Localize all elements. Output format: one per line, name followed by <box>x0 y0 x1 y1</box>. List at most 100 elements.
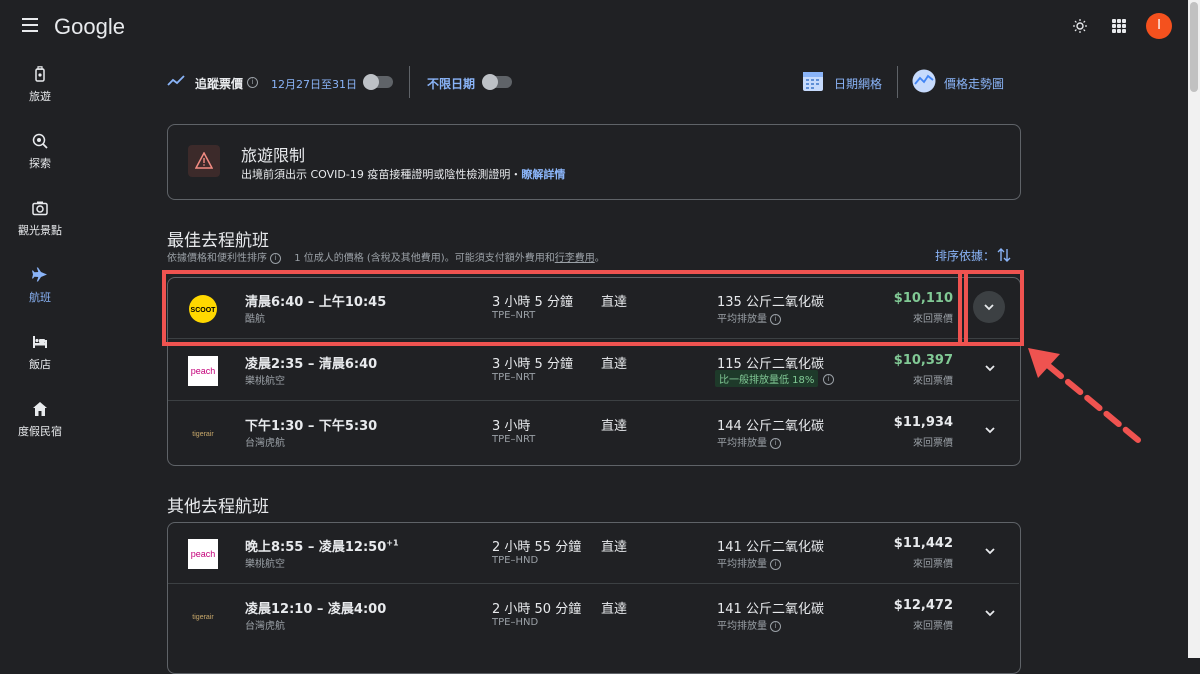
best-flights-title: 最佳去程航班 <box>167 231 269 251</box>
bed-icon <box>33 336 47 348</box>
flight-times-text: 晚上8:55 – 凌晨12:50 <box>245 540 387 555</box>
other-flights-title: 其他去程航班 <box>167 497 269 517</box>
co2-note-text: 平均排放量 <box>717 438 767 449</box>
any-dates-toggle[interactable] <box>482 74 512 90</box>
top-bar: Google I <box>0 0 1188 52</box>
flight-duration: 3 小時 <box>492 419 531 434</box>
info-icon[interactable]: i <box>770 437 781 449</box>
apps-grid-icon[interactable] <box>1112 19 1126 33</box>
co2-emissions: 144 公斤二氧化碳 <box>717 419 824 434</box>
plus-day: +1 <box>386 538 399 548</box>
sidebar-item-label: 航班 <box>29 291 51 304</box>
chevron-down-icon[interactable] <box>983 423 997 437</box>
chevron-down-icon[interactable] <box>983 606 997 620</box>
sort-button[interactable]: 排序依據： <box>935 247 1011 264</box>
track-prices-toggle[interactable] <box>363 74 393 90</box>
flight-row[interactable]: tigerair 下午1:30 – 下午5:30 台灣虎航 3 小時 TPE–N… <box>168 401 1019 463</box>
restriction-title: 旅遊限制 <box>241 146 306 165</box>
sidebar-item-attractions[interactable]: 觀光景點 <box>0 200 80 238</box>
co2-note: 平均排放量 i <box>717 617 781 632</box>
svg-text:tigerair: tigerair <box>192 431 214 438</box>
luggage-icon <box>35 66 45 82</box>
google-logo[interactable]: Google <box>54 14 125 40</box>
co2-emissions: 141 公斤二氧化碳 <box>717 602 824 617</box>
divider <box>409 66 410 98</box>
co2-note: 平均排放量 i <box>717 434 781 449</box>
co2-note: 平均排放量 i <box>717 555 781 570</box>
sidebar-item-label: 度假民宿 <box>18 425 62 438</box>
sidebar-item-explore[interactable]: 探索 <box>0 133 80 171</box>
baggage-fees-link[interactable]: 行李費用 <box>555 253 595 264</box>
svg-text:peach: peach <box>191 366 216 376</box>
flight-stops: 直達 <box>601 419 628 434</box>
info-icon[interactable]: i <box>270 252 281 264</box>
sort-icon <box>997 248 1011 262</box>
peach-logo: peach <box>188 356 218 386</box>
co2-badge: 比一般排放量低 18% <box>715 370 819 387</box>
info-icon[interactable]: i <box>770 558 781 570</box>
sort-note: 依據價格和便利性排序 <box>167 253 267 264</box>
airline-name: 台灣虎航 <box>245 438 285 449</box>
travel-restriction-card: 旅遊限制 出境前須出示 COVID-19 疫苗接種證明或陰性檢測證明・瞭解詳情 <box>167 124 1021 200</box>
sidebar-item-flights[interactable]: 航班 <box>0 267 80 305</box>
restriction-body: 出境前須出示 COVID-19 疫苗接種證明或陰性檢測證明・瞭解詳情 <box>241 166 565 182</box>
peach-logo: peach <box>188 539 218 569</box>
sidebar-item-label: 觀光景點 <box>18 224 62 237</box>
svg-text:peach: peach <box>191 549 216 559</box>
best-flights-subtitle: 依據價格和便利性排序 i 1 位成人的價格 (含稅及其他費用)。可能須支付額外費用… <box>167 249 605 264</box>
sidebar-item-vacation-rentals[interactable]: 度假民宿 <box>0 401 80 439</box>
svg-text:tigerair: tigerair <box>192 614 214 621</box>
flight-stops: 直達 <box>601 540 628 555</box>
sidebar-item-label: 旅遊 <box>29 90 51 103</box>
price-graph-icon[interactable] <box>912 69 936 93</box>
flight-route: TPE–HND <box>492 617 539 628</box>
flight-row[interactable]: tigerair 凌晨12:10 – 凌晨4:00 台灣虎航 2 小時 50 分… <box>168 584 1019 646</box>
price-type: 來回票價 <box>913 376 953 387</box>
info-icon[interactable]: i <box>247 77 258 88</box>
camera-icon <box>32 201 48 216</box>
flight-row[interactable]: peach 凌晨2:35 – 清晨6:40 樂桃航空 3 小時 5 分鐘 TPE… <box>168 339 1019 401</box>
avatar[interactable]: I <box>1146 13 1172 39</box>
menu-icon[interactable] <box>22 18 38 32</box>
learn-more-link[interactable]: 瞭解詳情 <box>521 168 565 181</box>
flight-duration: 2 小時 55 分鐘 <box>492 540 582 555</box>
price-type: 來回票價 <box>913 438 953 449</box>
any-dates-label: 不限日期 <box>427 77 476 91</box>
flight-duration: 3 小時 5 分鐘 <box>492 357 573 372</box>
restriction-text: 出境前須出示 COVID-19 疫苗接種證明或陰性檢測證明・ <box>241 168 522 181</box>
sidebar-item-label: 飯店 <box>29 358 51 371</box>
info-icon[interactable]: i <box>770 620 781 632</box>
flight-route: TPE–HND <box>492 555 539 566</box>
tigerair-logo: tigerair <box>192 614 214 621</box>
warning-box <box>188 145 220 177</box>
sidebar-item-hotels[interactable]: 飯店 <box>0 334 80 372</box>
sidebar-item-travel[interactable]: 旅遊 <box>0 66 80 104</box>
sort-label: 排序依據： <box>935 249 996 263</box>
price-note: 1 位成人的價格 (含稅及其他費用)。可能須支付額外費用和 <box>294 253 555 264</box>
flight-row[interactable]: peach 晚上8:55 – 凌晨12:50+1 樂桃航空 2 小時 55 分鐘… <box>168 522 1019 584</box>
flight-times: 凌晨12:10 – 凌晨4:00 <box>245 602 387 617</box>
flight-route: TPE–NRT <box>492 372 536 383</box>
trending-icon <box>167 75 185 86</box>
theme-sun-icon[interactable] <box>1073 19 1087 33</box>
flight-duration: 2 小時 50 分鐘 <box>492 602 582 617</box>
flight-stops: 直達 <box>601 357 628 372</box>
chevron-down-icon[interactable] <box>983 544 997 558</box>
co2-emissions: 141 公斤二氧化碳 <box>717 540 824 555</box>
plane-icon <box>32 267 47 282</box>
info-icon[interactable]: i <box>823 374 834 385</box>
track-prices-label: 追蹤票價 <box>195 77 244 91</box>
scrollbar-thumb[interactable] <box>1190 2 1198 92</box>
price-type: 來回票價 <box>913 621 953 632</box>
chevron-down-icon[interactable] <box>983 361 997 375</box>
flight-price: $10,397 <box>893 353 953 368</box>
flight-price: $12,472 <box>893 598 953 613</box>
scrollbar-track[interactable] <box>1188 0 1200 658</box>
calendar-grid-icon[interactable] <box>802 70 824 92</box>
flight-route: TPE–NRT <box>492 434 536 445</box>
date-grid-button[interactable]: 日期網格 <box>834 75 882 92</box>
airline-name: 樂桃航空 <box>245 376 285 387</box>
price-graph-button[interactable]: 價格走勢圖 <box>944 75 1004 92</box>
co2-note-text: 平均排放量 <box>717 559 767 570</box>
price-type: 來回票價 <box>913 559 953 570</box>
